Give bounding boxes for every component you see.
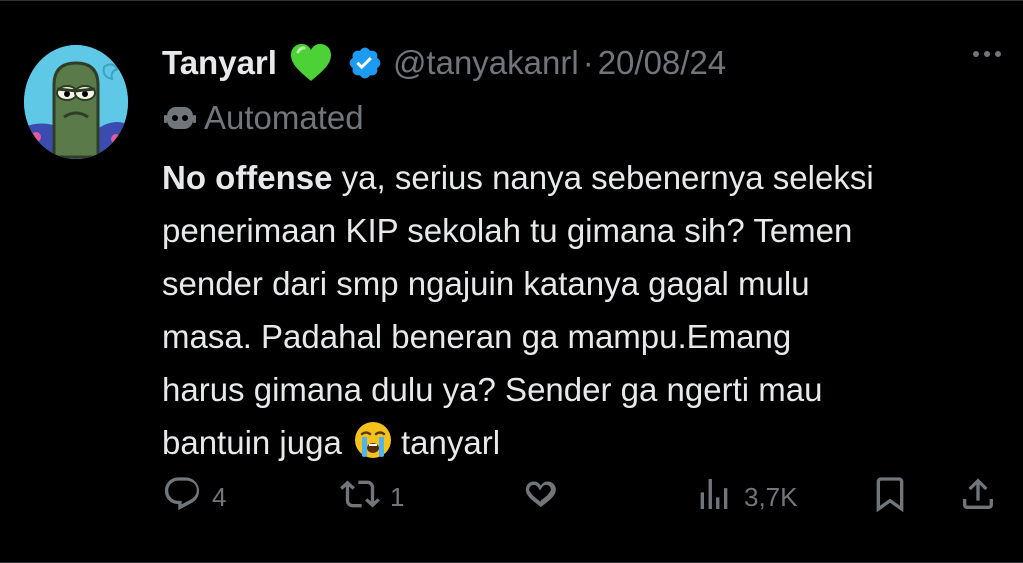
share-icon <box>958 474 998 521</box>
reply-count: 4 <box>212 481 227 512</box>
separator: · <box>582 44 594 81</box>
retweet-button[interactable]: 1 <box>340 475 404 519</box>
retweet-count: 1 <box>390 481 405 512</box>
more-icon[interactable] <box>973 51 1001 57</box>
tweet-body: No offense ya, serius nanya sebenernya s… <box>162 151 1002 475</box>
retweet-icon <box>340 474 380 521</box>
tweet-line: harus gimana dulu ya? Sender ga ngerti m… <box>162 371 823 408</box>
tweet-line: penerimaan KIP sekolah tu gimana sih? Te… <box>162 212 853 249</box>
like-button[interactable] <box>520 475 570 519</box>
green-heart-icon <box>289 43 333 83</box>
views-button[interactable]: 3,7K <box>694 475 798 519</box>
share-button[interactable] <box>958 475 998 519</box>
tweet-text: ya, serius nanya sebenernya seleksi <box>332 159 874 196</box>
tweet-line: sender dari smp ngajuin katanya gagal mu… <box>162 265 810 302</box>
tweet-text: bantuin juga <box>162 424 342 461</box>
tweet-date[interactable]: 20/08/24 <box>598 44 726 82</box>
tweet-bold-text: No offense <box>162 159 333 196</box>
bookmark-icon <box>870 474 910 521</box>
like-icon <box>520 474 560 521</box>
bot-icon <box>164 103 196 133</box>
reply-button[interactable]: 4 <box>162 475 226 519</box>
bookmark-button[interactable] <box>870 475 910 519</box>
author-handle[interactable]: @tanyakanrl <box>393 44 579 82</box>
tweet-line: bantuin juga tanyarl <box>162 416 1002 475</box>
tweet-header: Tanyarl @tanyakanrl · 20/08/24 <box>162 41 726 85</box>
author-name[interactable]: Tanyarl <box>162 44 277 82</box>
views-icon <box>694 474 734 521</box>
loudly-crying-face-icon <box>353 420 393 475</box>
verified-badge-icon[interactable] <box>347 45 383 81</box>
tweet-text: tanyarl <box>401 424 501 461</box>
avatar[interactable] <box>24 45 128 159</box>
automated-text: Automated <box>204 99 364 136</box>
automated-label: Automated <box>164 99 364 137</box>
tweet-line: masa. Padahal beneran ga mampu.Emang <box>162 318 792 355</box>
reply-icon <box>162 474 202 521</box>
views-count: 3,7K <box>744 481 798 512</box>
tweet[interactable]: Tanyarl @tanyakanrl · 20/08/24 Automated… <box>0 0 1023 563</box>
action-bar: 4 1 3,7K <box>162 475 1002 519</box>
tweet-line: No offense ya, serius nanya sebenernya s… <box>162 151 1002 204</box>
